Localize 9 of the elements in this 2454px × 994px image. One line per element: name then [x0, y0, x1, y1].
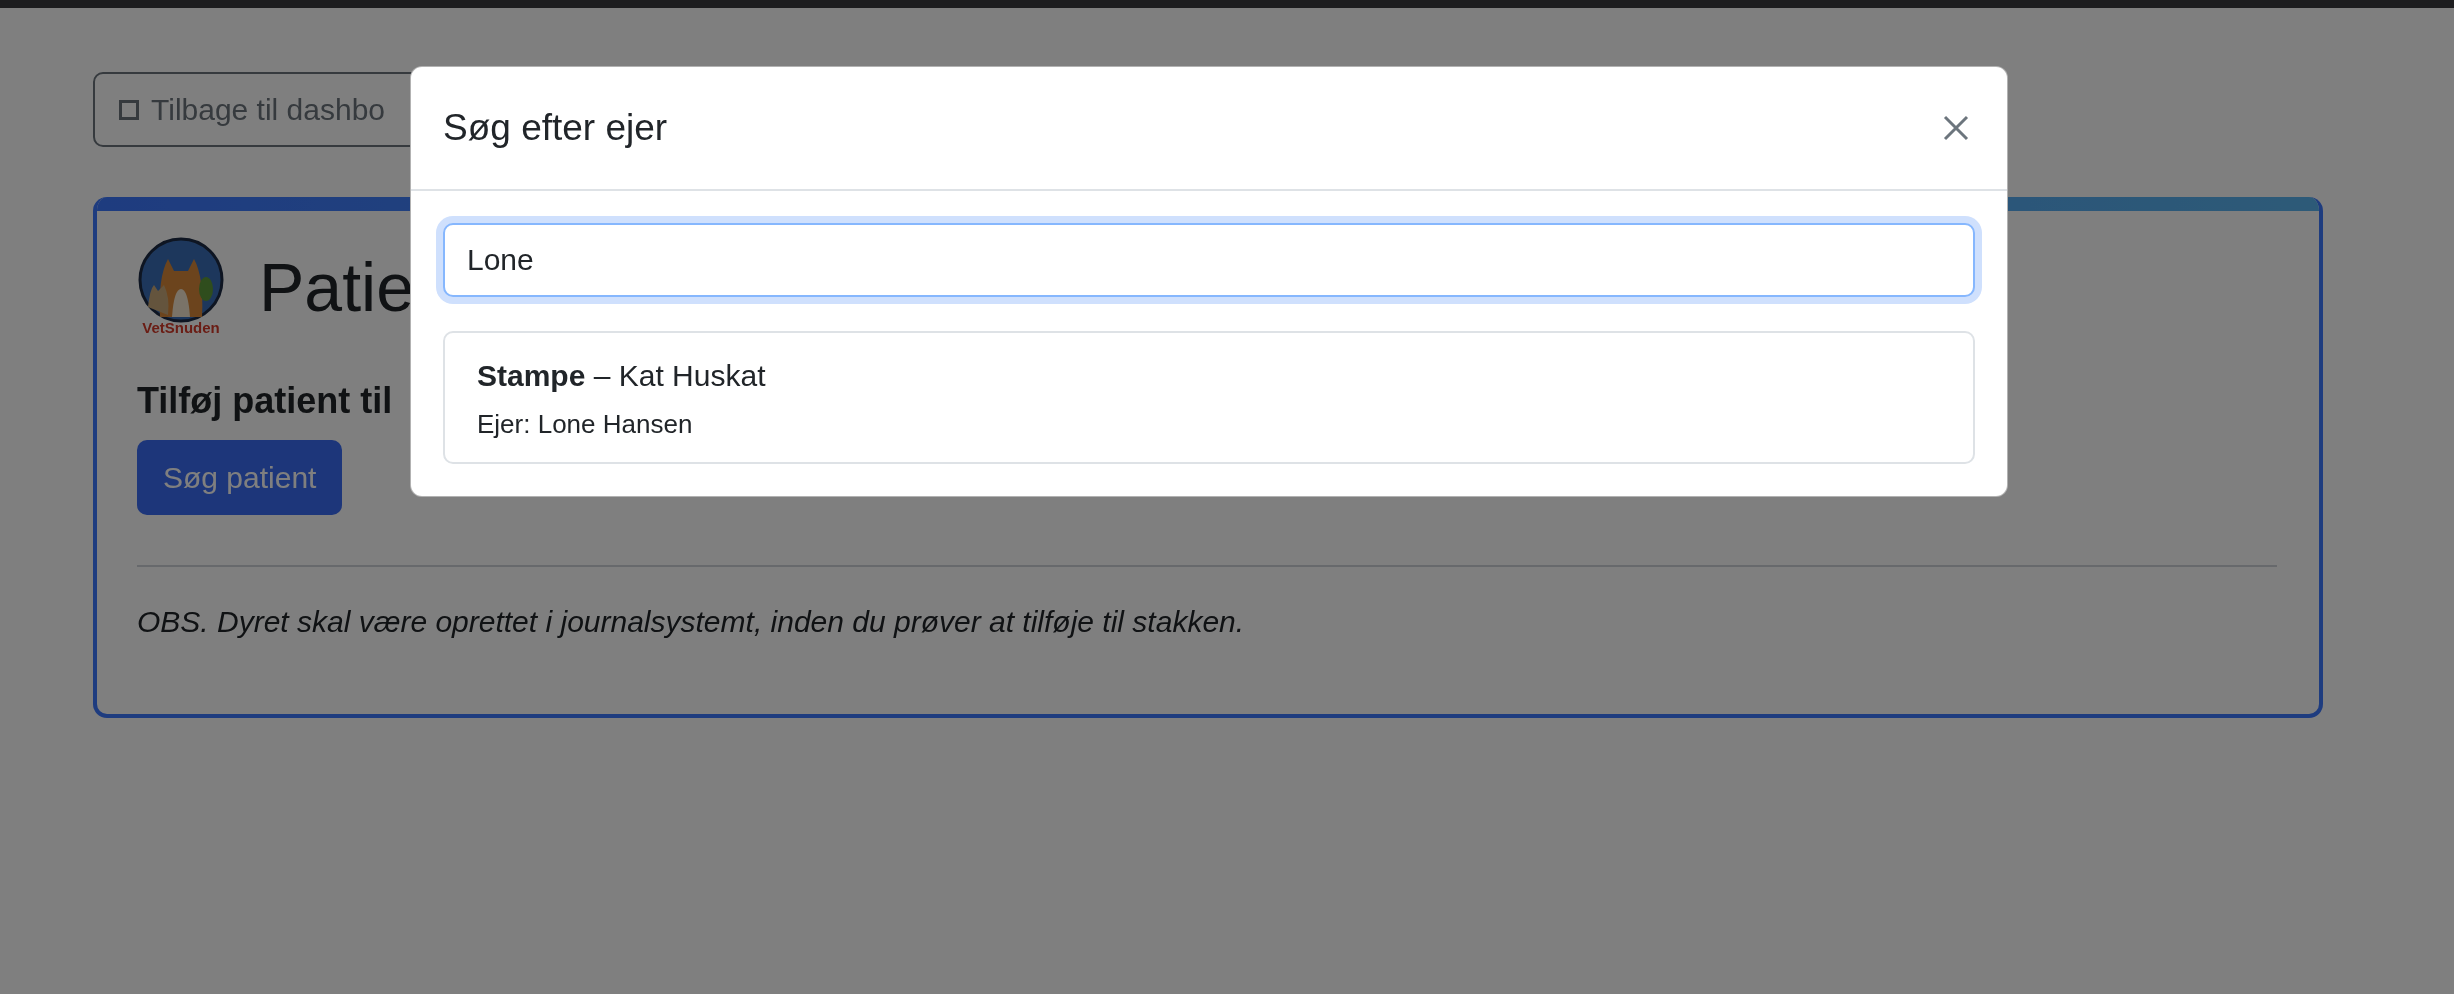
logo-text: VetSnuden: [142, 319, 220, 336]
page-title: Patie: [259, 247, 414, 326]
result-title: Stampe – Kat Huskat: [477, 359, 767, 393]
result-owner: Ejer: Lone Hansen: [477, 409, 694, 440]
note-text: OBS. Dyret skal være oprettet i journalsystemt, inden du prøver at tilføje til stakken.: [137, 605, 1245, 639]
search-field[interactable]: Lone: [443, 223, 1975, 297]
section-heading: Tilføj patient til: [137, 380, 393, 422]
square-icon: [119, 99, 139, 120]
result-item[interactable]: Stampe – Kat Huskat Ejer: Lone Hansen: [443, 331, 1975, 464]
